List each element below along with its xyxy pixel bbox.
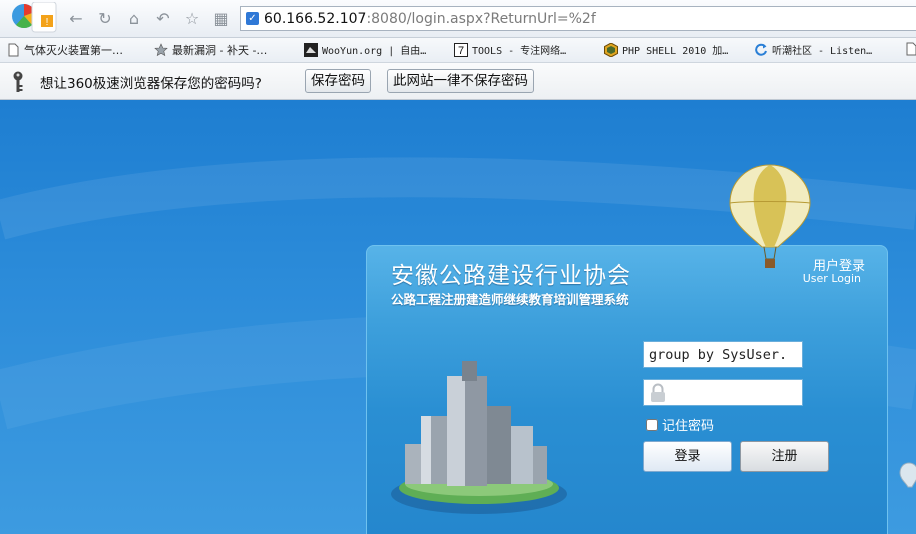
tools-icon: 7 xyxy=(454,43,468,57)
login-heading-en: User Login xyxy=(802,272,861,285)
save-password-bar: 想让360极速浏览器保存您的密码吗? 保存密码 此网站一律不保存密码 xyxy=(0,63,916,100)
home-icon[interactable]: ⌂ xyxy=(124,9,144,29)
lock-icon xyxy=(651,383,665,402)
svg-text:!: ! xyxy=(46,17,49,28)
password-input[interactable] xyxy=(643,379,803,406)
site-subtitle: 公路工程注册建造师继续教育培训管理系统 xyxy=(391,292,629,307)
shield-icon: ✓ xyxy=(246,12,259,25)
small-balloon-icon xyxy=(899,462,916,488)
username-input[interactable] xyxy=(643,341,803,368)
undo-icon[interactable]: ↶ xyxy=(153,9,173,29)
bookmark-label: TOOLS - 专注网络… xyxy=(472,46,567,57)
bookmark-label: 气体灭火装置第一… xyxy=(24,44,123,57)
bookmark-item[interactable]: 气体灭火装置第一… xyxy=(6,42,123,58)
city-buildings-illustration xyxy=(391,361,567,514)
bookmark-item[interactable]: PHP SHELL 2010 加… xyxy=(604,42,728,57)
never-save-password-button[interactable]: 此网站一律不保存密码 xyxy=(387,69,534,93)
back-icon[interactable]: ← xyxy=(66,9,86,29)
hot-air-balloon-icon xyxy=(729,164,811,268)
page-icon xyxy=(906,42,916,56)
bookmark-label: 最新漏洞 - 补天 -… xyxy=(172,44,268,57)
site-title: 安徽公路建设行业协会 xyxy=(391,263,631,289)
address-host: 60.166.52.107 xyxy=(264,11,367,27)
address-path: :8080/login.aspx?ReturnUrl=%2f xyxy=(366,11,596,27)
bookmark-label: PHP SHELL 2010 加… xyxy=(622,46,729,57)
login-button[interactable]: 登录 xyxy=(643,441,732,472)
svg-text:7: 7 xyxy=(458,45,464,57)
address-url[interactable]: 60.166.52.107:8080/login.aspx?ReturnUrl=… xyxy=(264,11,596,27)
save-password-message: 想让360极速浏览器保存您的密码吗? xyxy=(40,76,262,92)
key-icon xyxy=(13,71,23,92)
register-button[interactable]: 注册 xyxy=(740,441,829,472)
remember-password[interactable]: 记住密码 xyxy=(646,415,714,434)
bookmark-item[interactable]: 最新漏洞 - 补天 -… xyxy=(154,42,267,58)
page-icon xyxy=(8,43,19,57)
login-panel: 安徽公路建设行业协会 公路工程注册建造师继续教育培训管理系统 用户登录 User… xyxy=(366,245,888,534)
reload-icon[interactable]: ↻ xyxy=(95,9,115,29)
bookmark-label: 听潮社区 - Listen… xyxy=(772,46,873,57)
wooyun-icon xyxy=(304,43,318,57)
favorite-icon[interactable]: ☆ xyxy=(182,9,202,29)
bookmark-overflow[interactable] xyxy=(904,42,916,56)
browser-logo-icon[interactable]: ! xyxy=(6,2,58,36)
remember-password-label: 记住密码 xyxy=(662,419,715,434)
bookmark-label: WooYun.org | 自由… xyxy=(322,46,427,57)
address-bar[interactable]: ✓ 60.166.52.107:8080/login.aspx?ReturnUr… xyxy=(240,6,916,31)
bookmark-item[interactable]: WooYun.org | 自由… xyxy=(304,42,426,57)
remember-password-checkbox[interactable] xyxy=(646,419,658,431)
bookmark-item[interactable]: 听潮社区 - Listen… xyxy=(754,42,872,57)
star-icon xyxy=(154,43,168,57)
apps-icon[interactable]: ▦ xyxy=(211,9,231,29)
bookmark-item[interactable]: 7 TOOLS - 专注网络… xyxy=(454,42,566,57)
browser-toolbar: ! ← ↻ ⌂ ↶ ☆ ▦ ✓ 60.166.52.107:8080/login… xyxy=(0,0,916,38)
save-password-button[interactable]: 保存密码 xyxy=(305,69,371,93)
refresh-icon xyxy=(755,43,767,56)
bookmarks-bar: 气体灭火装置第一… 最新漏洞 - 补天 -… WooYun.org | 自由… … xyxy=(0,38,916,63)
php-icon xyxy=(604,43,618,57)
